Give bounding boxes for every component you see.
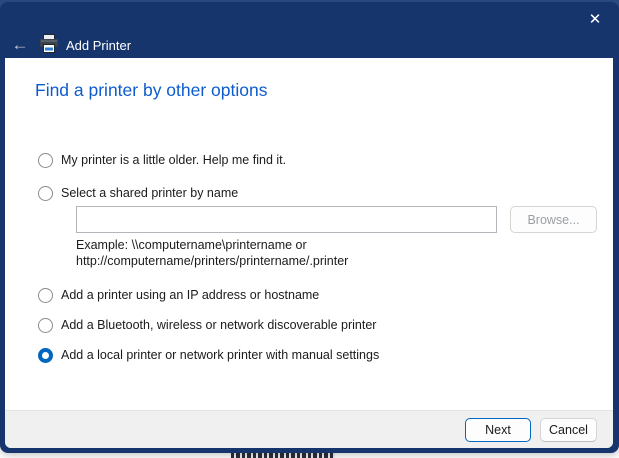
option-label: Select a shared printer by name (61, 186, 239, 200)
radio-local-manual[interactable] (38, 347, 53, 363)
option-label: Add a printer using an IP address or hos… (61, 288, 320, 302)
footer-bar: Next Cancel (5, 410, 613, 448)
radio-shared-printer[interactable] (38, 185, 53, 201)
option-label: Add a Bluetooth, wireless or network dis… (61, 318, 377, 332)
browse-button[interactable]: Browse... (510, 206, 597, 233)
option-label: My printer is a little older. Help me fi… (61, 153, 287, 167)
option-local-manual[interactable]: Add a local printer or network printer w… (38, 347, 379, 363)
radio-bluetooth-wireless[interactable] (38, 317, 53, 333)
printer-icon (40, 34, 58, 53)
window-title: Add Printer (66, 38, 132, 53)
close-icon: ✕ (588, 11, 602, 28)
back-arrow-icon: ← (11, 35, 29, 54)
example-text-line1: Example: \\computername\printername or (76, 238, 307, 252)
option-label: Add a local printer or network printer w… (61, 348, 380, 362)
next-button[interactable]: Next (465, 418, 531, 442)
add-printer-dialog: ← Add Printer ✕ Find a printer by other … (0, 2, 619, 453)
option-shared-printer[interactable]: Select a shared printer by name (38, 185, 238, 201)
example-text-line2: http://computername/printers/printername… (76, 254, 349, 268)
cancel-button[interactable]: Cancel (540, 418, 597, 442)
radio-older-printer[interactable] (38, 152, 53, 168)
dialog-content: Find a printer by other options My print… (5, 58, 613, 448)
page-title: Find a printer by other options (35, 80, 268, 100)
option-bluetooth-wireless[interactable]: Add a Bluetooth, wireless or network dis… (38, 317, 376, 333)
shared-printer-name-input[interactable] (76, 206, 497, 233)
radio-ip-hostname[interactable] (38, 287, 53, 303)
option-ip-hostname[interactable]: Add a printer using an IP address or hos… (38, 287, 319, 303)
titlebar: ← Add Printer ✕ (0, 2, 619, 58)
back-button[interactable]: ← (8, 34, 32, 56)
close-button[interactable]: ✕ (581, 8, 609, 32)
option-older-printer[interactable]: My printer is a little older. Help me fi… (38, 152, 286, 168)
